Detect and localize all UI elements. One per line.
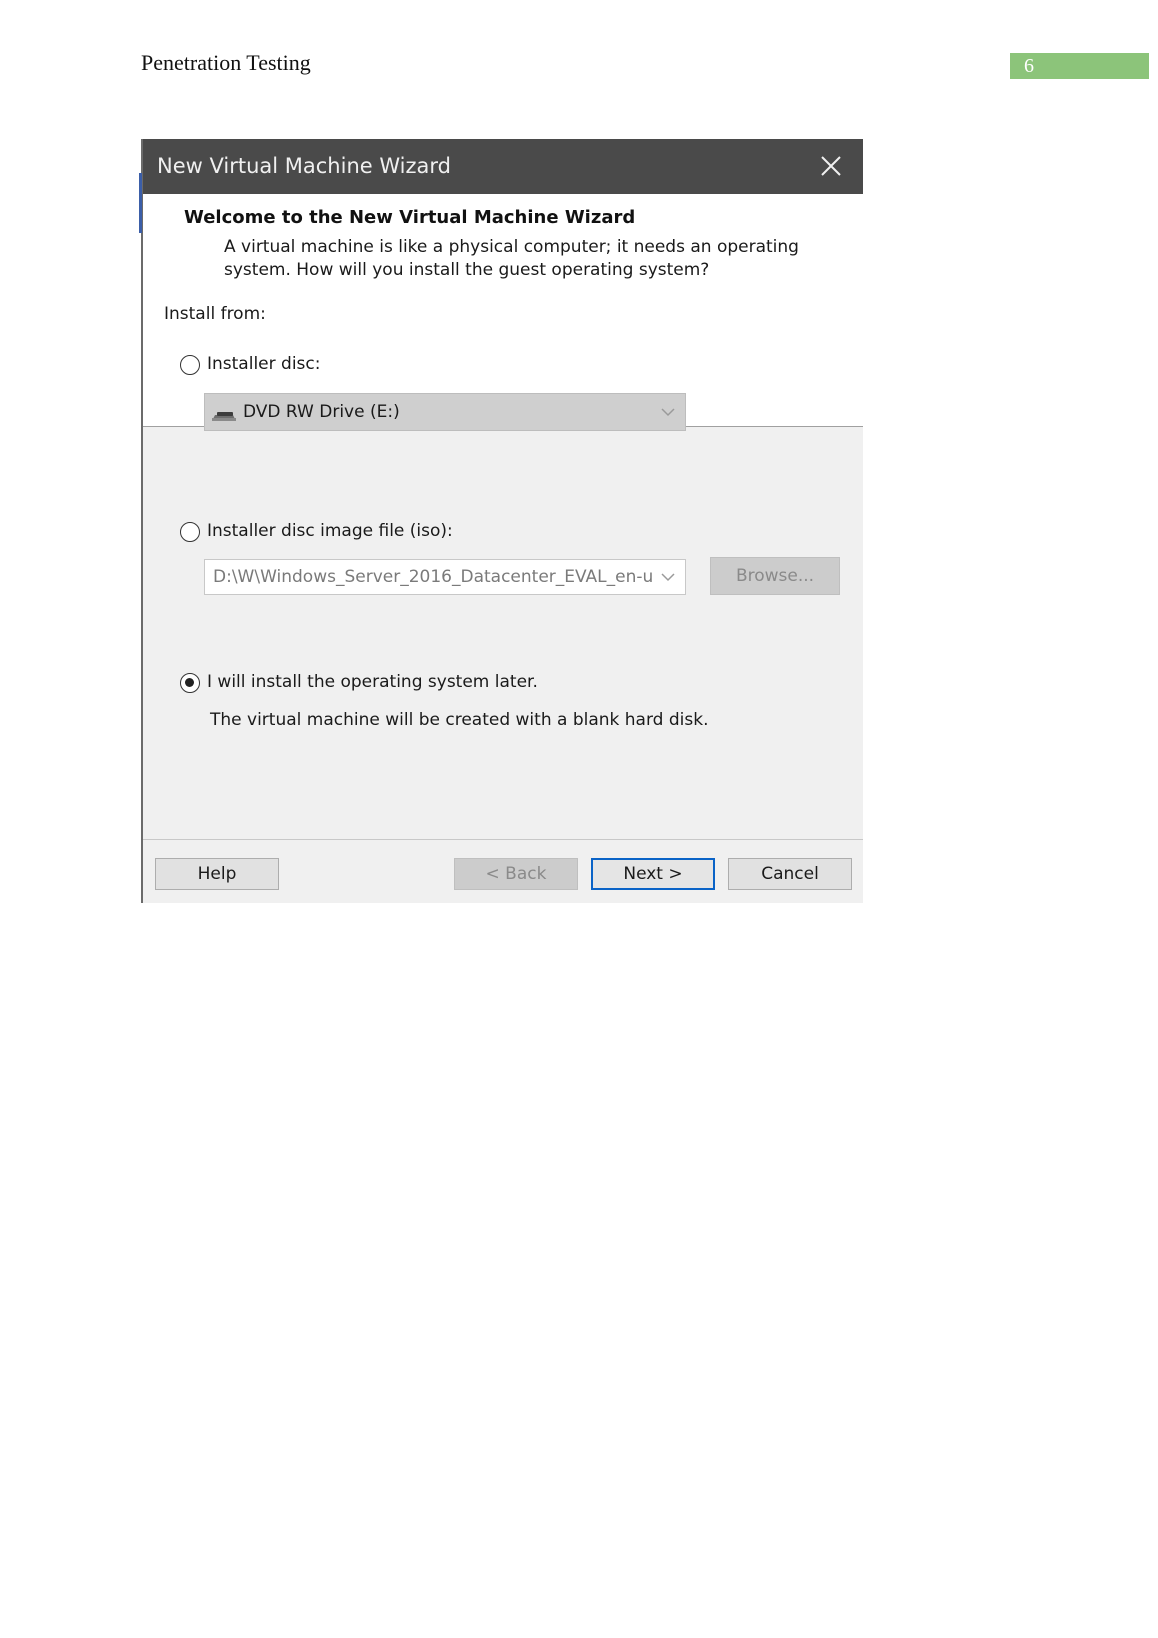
chevron-down-icon [661,404,675,418]
new-vm-wizard-dialog: New Virtual Machine Wizard Welcome to th… [139,139,863,903]
help-button[interactable]: Help [155,858,279,890]
dvd-drive-icon [211,404,237,422]
install-later-description: The virtual machine will be created with… [210,710,709,730]
welcome-desc-line-1: A virtual machine is like a physical com… [224,237,799,257]
welcome-description: A virtual machine is like a physical com… [224,236,824,282]
iso-file-radio[interactable] [180,522,200,542]
dialog-titlebar[interactable]: New Virtual Machine Wizard [143,139,863,194]
cancel-button[interactable]: Cancel [728,858,852,890]
dialog-accent-bar [139,173,142,233]
chevron-down-icon [661,569,675,583]
installer-disc-radio[interactable] [180,355,200,375]
iso-path-value: D:\W\Windows_Server_2016_Datacenter_EVAL… [213,567,653,587]
install-from-label: Install from: [164,304,266,324]
disc-drive-select[interactable]: DVD RW Drive (E:) [204,393,686,431]
back-button[interactable]: < Back [454,858,578,890]
disc-drive-value: DVD RW Drive (E:) [243,402,400,422]
welcome-title: Welcome to the New Virtual Machine Wizar… [184,207,636,228]
dialog-title: New Virtual Machine Wizard [157,154,451,178]
page-number-badge: 6 [1010,53,1149,79]
next-button[interactable]: Next > [591,858,715,890]
iso-path-select[interactable]: D:\W\Windows_Server_2016_Datacenter_EVAL… [204,559,686,595]
iso-file-label[interactable]: Installer disc image file (iso): [207,521,453,541]
install-later-radio[interactable] [180,673,200,693]
installer-disc-label[interactable]: Installer disc: [207,354,320,374]
close-icon[interactable] [819,154,843,178]
footer-divider [143,839,863,840]
browse-button[interactable]: Browse... [710,557,840,595]
welcome-desc-line-2: system. How will you install the guest o… [224,260,710,280]
document-header-title: Penetration Testing [141,50,311,75]
install-later-label[interactable]: I will install the operating system late… [207,672,538,692]
